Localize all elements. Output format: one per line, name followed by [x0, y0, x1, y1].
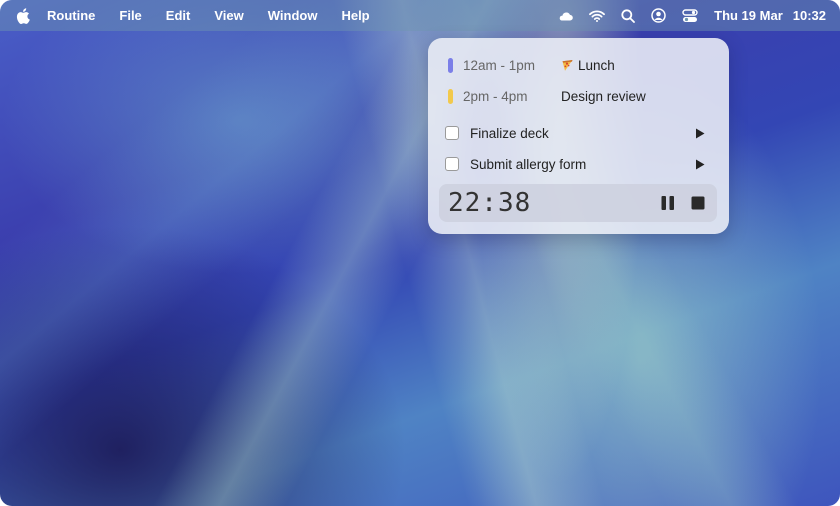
desktop: Routine File Edit View Window Help Thu 1…: [0, 0, 840, 506]
menu-edit[interactable]: Edit: [166, 8, 191, 23]
play-icon[interactable]: [694, 157, 706, 171]
timer-panel: 22:38: [439, 184, 717, 222]
pause-icon[interactable]: [660, 195, 676, 211]
event-time: 12am - 1pm: [463, 57, 536, 73]
task-checkbox[interactable]: [445, 126, 459, 140]
cloud-icon[interactable]: [558, 11, 573, 21]
event-color-bar: [448, 88, 453, 104]
menu-window[interactable]: Window: [268, 8, 318, 23]
event-row[interactable]: 2pm - 4pm Design review: [428, 86, 729, 106]
menu-file[interactable]: File: [119, 8, 141, 23]
event-title-text: Lunch: [578, 57, 615, 73]
event-row[interactable]: 12am - 1pm Lunch: [428, 55, 729, 75]
user-account-icon[interactable]: [651, 8, 666, 23]
timer-display: 22:38: [448, 188, 532, 218]
menu-time[interactable]: 10:32: [793, 8, 826, 23]
stop-icon[interactable]: [691, 196, 705, 210]
event-color-bar: [448, 57, 453, 73]
task-row: Submit allergy form: [428, 154, 729, 174]
event-title-text: Design review: [561, 88, 646, 104]
task-checkbox[interactable]: [445, 157, 459, 171]
routine-widget: 12am - 1pm Lunch 2pm - 4pm Design review…: [428, 38, 729, 234]
menu-app-name[interactable]: Routine: [47, 8, 95, 23]
event-time: 2pm - 4pm: [463, 88, 528, 104]
menu-bar: Routine File Edit View Window Help Thu 1…: [0, 0, 840, 31]
event-title: Lunch: [561, 58, 615, 73]
control-center-icon[interactable]: [682, 8, 698, 23]
apple-logo-icon[interactable]: [16, 7, 32, 24]
search-icon[interactable]: [621, 8, 636, 23]
menu-date[interactable]: Thu 19 Mar: [714, 8, 783, 23]
menu-view[interactable]: View: [214, 8, 243, 23]
task-label: Submit allergy form: [470, 156, 587, 172]
event-title: Design review: [561, 89, 646, 104]
status-area: Thu 19 Mar 10:32: [558, 8, 826, 23]
menu-help[interactable]: Help: [341, 8, 369, 23]
task-row: Finalize deck: [428, 123, 729, 143]
wifi-icon[interactable]: [589, 9, 606, 22]
pizza-icon: [561, 59, 574, 72]
task-label: Finalize deck: [470, 125, 549, 141]
play-icon[interactable]: [694, 126, 706, 140]
